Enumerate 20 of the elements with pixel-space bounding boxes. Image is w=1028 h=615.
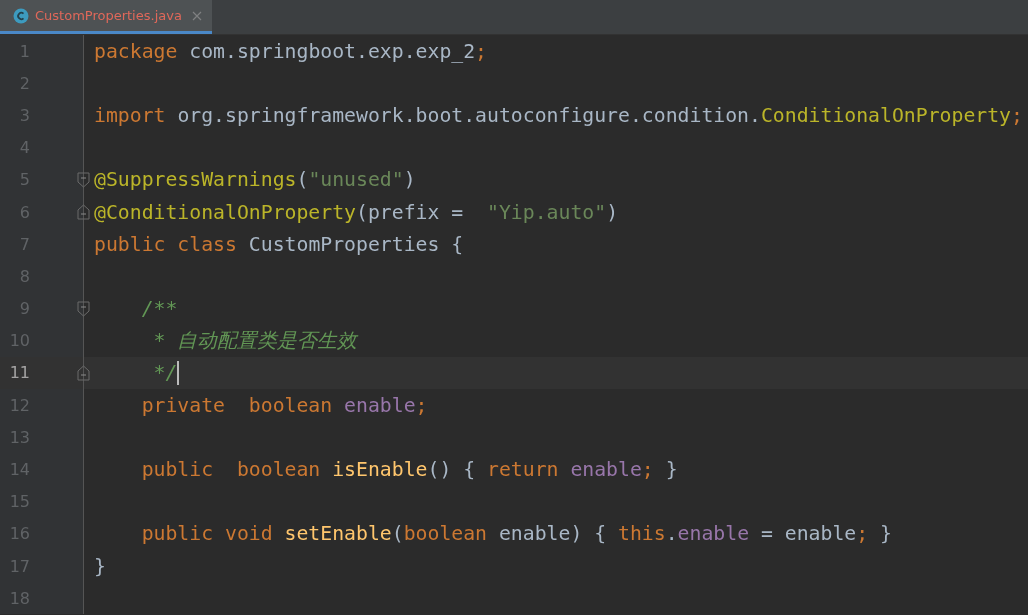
code-line: public void setEnable(boolean enable) { this.enable = enable; } [140,522,892,546]
code-line: @ConditionalOnProperty(prefix = "Yip.auto") [93,200,619,224]
fold-marker-icon[interactable] [77,203,90,220]
class-file-icon [13,7,29,24]
file-tab[interactable]: CustomProperties.java [0,0,212,34]
fold-marker-icon[interactable] [77,300,90,317]
line-number: 11 [8,363,30,383]
fold-marker-icon[interactable] [77,364,90,381]
close-icon[interactable] [191,10,202,21]
code-line: */ [152,360,180,386]
fold-marker-icon[interactable] [77,171,90,188]
code-line: public class CustomProperties { [93,232,464,256]
code-line: public boolean isEnable() { return enable; } [140,458,678,482]
code-line: import org.springframework.boot.autoconfigure.condition.ConditionalOnProperty; [93,103,1023,127]
code-line: /** [140,297,178,321]
code-line: package com.springboot.exp.exp_2; [93,39,488,63]
code-line: @SuppressWarnings("unused") [93,168,416,192]
code-line: * 自动配置类是否生效 [152,328,358,355]
code-line: private boolean enable; [140,393,428,417]
code-line: } [93,554,106,578]
